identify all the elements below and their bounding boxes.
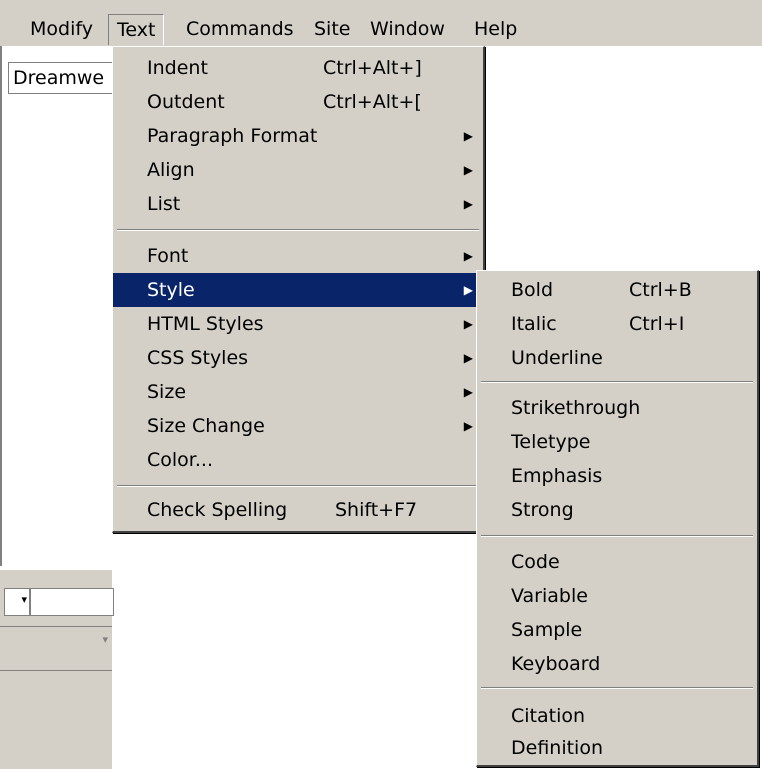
submenu-item-italic[interactable]: Italic Ctrl+I: [477, 307, 757, 341]
menu-item-label: Align: [147, 159, 195, 181]
chevron-down-icon: ▾: [21, 593, 27, 606]
menu-item-label: HTML Styles: [147, 313, 264, 335]
document-window: [0, 46, 114, 566]
triangle-right-icon: ▶: [463, 129, 473, 143]
menu-site[interactable]: Site: [306, 14, 358, 44]
menu-commands[interactable]: Commands: [178, 14, 302, 44]
menu-item-label: Citation: [511, 705, 586, 727]
document-tab[interactable]: Dreamwe: [8, 62, 118, 94]
menu-item-outdent[interactable]: Outdent Ctrl+Alt+[: [113, 85, 483, 119]
menu-item-font[interactable]: Font ▶: [113, 239, 483, 273]
submenu-item-strong[interactable]: Strong: [477, 493, 757, 527]
menu-item-style[interactable]: Style ▶: [113, 273, 483, 307]
menu-help[interactable]: Help: [466, 14, 525, 44]
triangle-right-icon: ▶: [463, 385, 473, 399]
menu-item-size[interactable]: Size ▶: [113, 375, 483, 409]
menu-item-label: Indent: [147, 57, 208, 79]
submenu-item-strikethrough[interactable]: Strikethrough: [477, 391, 757, 425]
submenu-item-bold[interactable]: Bold Ctrl+B: [477, 273, 757, 307]
menu-separator: [117, 229, 479, 231]
menu-item-shortcut: Ctrl+B: [629, 279, 692, 301]
menu-item-html-styles[interactable]: HTML Styles ▶: [113, 307, 483, 341]
font-field[interactable]: [30, 588, 114, 616]
triangle-right-icon: ▶: [463, 317, 473, 331]
triangle-right-icon: ▶: [463, 197, 473, 211]
submenu-item-definition[interactable]: Definition: [477, 731, 757, 765]
menu-item-shortcut: Ctrl+Alt+[: [323, 91, 422, 113]
menu-separator: [117, 485, 479, 487]
menu-item-shortcut: Ctrl+I: [629, 313, 685, 335]
properties-panel: ▾ ▾: [0, 570, 114, 769]
triangle-right-icon: ▶: [463, 249, 473, 263]
submenu-item-underline[interactable]: Underline: [477, 341, 757, 375]
menu-item-label: Paragraph Format: [147, 125, 318, 147]
triangle-right-icon: ▶: [463, 419, 473, 433]
menu-item-label: Strong: [511, 499, 574, 521]
properties-row: ▾: [0, 626, 112, 655]
menu-item-label: Variable: [511, 585, 588, 607]
menu-item-label: Check Spelling: [147, 499, 288, 521]
submenu-item-sample[interactable]: Sample: [477, 613, 757, 647]
menu-item-size-change[interactable]: Size Change ▶: [113, 409, 483, 443]
menu-item-color[interactable]: Color...: [113, 443, 483, 477]
menu-text[interactable]: Text: [108, 14, 165, 45]
menu-item-label: Strikethrough: [511, 397, 641, 419]
menu-item-paragraph-format[interactable]: Paragraph Format ▶: [113, 119, 483, 153]
menu-item-label: Keyboard: [511, 653, 601, 675]
menu-item-check-spelling[interactable]: Check Spelling Shift+F7: [113, 493, 483, 527]
menu-item-label: Definition: [511, 737, 604, 759]
menu-item-label: Font: [147, 245, 189, 267]
triangle-right-icon: ▶: [463, 283, 473, 297]
chevron-down-icon[interactable]: ▾: [102, 633, 108, 646]
submenu-item-citation[interactable]: Citation: [477, 699, 757, 733]
menu-item-indent[interactable]: Indent Ctrl+Alt+]: [113, 51, 483, 85]
menu-item-label: Italic: [511, 313, 557, 335]
menu-item-label: Size: [147, 381, 187, 403]
menu-window[interactable]: Window: [362, 14, 453, 44]
menu-separator: [481, 687, 753, 689]
text-menu: Indent Ctrl+Alt+] Outdent Ctrl+Alt+[ Par…: [112, 46, 485, 533]
format-dropdown[interactable]: ▾: [4, 588, 30, 616]
menu-item-label: Emphasis: [511, 465, 603, 487]
menu-item-label: Bold: [511, 279, 553, 301]
triangle-right-icon: ▶: [463, 351, 473, 365]
menu-item-label: Code: [511, 551, 560, 573]
document-area: [484, 46, 762, 268]
menu-separator: [481, 535, 753, 537]
triangle-right-icon: ▶: [463, 163, 473, 177]
submenu-item-variable[interactable]: Variable: [477, 579, 757, 613]
divider: [0, 670, 112, 671]
menu-item-shortcut: Ctrl+Alt+]: [323, 57, 422, 79]
menu-item-label: List: [147, 193, 181, 215]
submenu-item-emphasis[interactable]: Emphasis: [477, 459, 757, 493]
menu-item-list[interactable]: List ▶: [113, 187, 483, 221]
menu-item-label: Sample: [511, 619, 583, 641]
menu-separator: [481, 381, 753, 383]
submenu-item-keyboard[interactable]: Keyboard: [477, 647, 757, 681]
menu-item-label: Outdent: [147, 91, 225, 113]
menu-item-label: Size Change: [147, 415, 265, 437]
menu-modify[interactable]: Modify: [22, 14, 101, 44]
menu-item-align[interactable]: Align ▶: [113, 153, 483, 187]
menu-item-label: Style: [147, 279, 195, 301]
style-submenu: Bold Ctrl+B Italic Ctrl+I Underline Stri…: [476, 270, 759, 767]
menu-item-label: Color...: [147, 449, 213, 471]
menu-item-label: CSS Styles: [147, 347, 249, 369]
menu-item-css-styles[interactable]: CSS Styles ▶: [113, 341, 483, 375]
submenu-item-code[interactable]: Code: [477, 545, 757, 579]
submenu-item-teletype[interactable]: Teletype: [477, 425, 757, 459]
menu-item-shortcut: Shift+F7: [335, 499, 418, 521]
menu-bar: Modify Text Commands Site Window Help: [0, 0, 762, 47]
menu-item-label: Underline: [511, 347, 603, 369]
menu-item-label: Teletype: [511, 431, 591, 453]
